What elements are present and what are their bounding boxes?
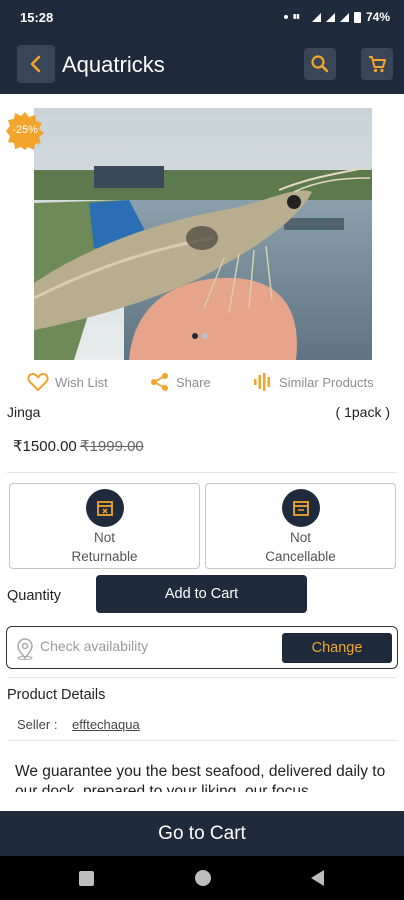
share-button[interactable]: Share [150, 372, 211, 392]
battery-icon [353, 11, 361, 23]
product-name: Jinga [7, 404, 41, 420]
wifi-icon [311, 12, 321, 22]
cart-icon [369, 56, 386, 73]
signal-2-icon [339, 12, 349, 22]
add-to-cart-button[interactable]: Add to Cart [96, 575, 307, 613]
wishlist-button[interactable]: Wish List [27, 372, 108, 392]
status-icons: ▮▮ 74% [283, 10, 390, 24]
divider [7, 472, 397, 473]
product-price: ₹1500.00 [13, 438, 77, 455]
pincode-input[interactable] [40, 638, 270, 654]
share-label: Share [176, 374, 211, 390]
cancellable-line1: Not [289, 530, 311, 545]
seller-link[interactable]: efftechaqua [72, 717, 140, 732]
status-bar: 15:28 ▮▮ 74% [0, 0, 404, 36]
cancellable-line2: Cancellable [265, 549, 336, 564]
product-mrp: ₹1999.00 [80, 438, 144, 455]
image-pager[interactable] [192, 333, 208, 339]
signal-icon [325, 12, 335, 22]
pager-dot-active[interactable] [192, 333, 198, 339]
notification-dot-icon [283, 15, 288, 19]
status-time: 15:28 [20, 10, 54, 25]
product-pack: ( 1pack ) [335, 404, 390, 420]
divider [7, 740, 397, 741]
cancellable-icon [282, 489, 320, 527]
returnable-line1: Not [93, 530, 115, 545]
share-icon [151, 373, 168, 391]
heart-icon [27, 373, 49, 391]
home-icon[interactable] [195, 870, 211, 886]
wishlist-label: Wish List [55, 374, 108, 390]
returnable-icon [86, 489, 124, 527]
page-title: Aquatricks [62, 52, 165, 77]
returnable-line2: Returnable [71, 549, 138, 564]
battery-level: 74% [365, 10, 390, 24]
similar-products-button[interactable]: Similar Products [253, 372, 374, 392]
back-triangle-icon[interactable] [311, 870, 324, 886]
product-description: We guarantee you the best seafood, deliv… [15, 763, 386, 792]
search-button[interactable] [304, 48, 336, 80]
discount-badge: -25% [6, 112, 44, 150]
system-nav-bar [0, 856, 404, 900]
availability-box: Change [6, 626, 398, 669]
seller-label: Seller : [17, 717, 58, 732]
returnable-card: Not Returnable [9, 483, 200, 569]
search-icon [311, 55, 329, 73]
change-button[interactable]: Change [282, 633, 392, 663]
discount-label: -25% [12, 124, 38, 136]
equalizer-icon [254, 373, 270, 391]
quantity-label: Quantity [7, 588, 61, 604]
cancellable-card: Not Cancellable [205, 483, 396, 569]
similar-products-label: Similar Products [279, 374, 374, 390]
location-pin-icon [17, 638, 33, 660]
chevron-left-icon [30, 55, 41, 73]
volte-icon: ▮▮ [292, 14, 300, 20]
back-button[interactable] [17, 45, 55, 83]
go-to-cart-button[interactable]: Go to Cart [0, 811, 404, 856]
divider [7, 677, 397, 678]
product-details-title: Product Details [7, 687, 106, 703]
cart-button[interactable] [361, 48, 393, 80]
recents-icon[interactable] [79, 871, 94, 886]
app-bar: Aquatricks [0, 36, 404, 94]
pager-dot[interactable] [202, 333, 208, 339]
product-image[interactable] [34, 108, 372, 360]
shrimp-photo [34, 108, 372, 360]
